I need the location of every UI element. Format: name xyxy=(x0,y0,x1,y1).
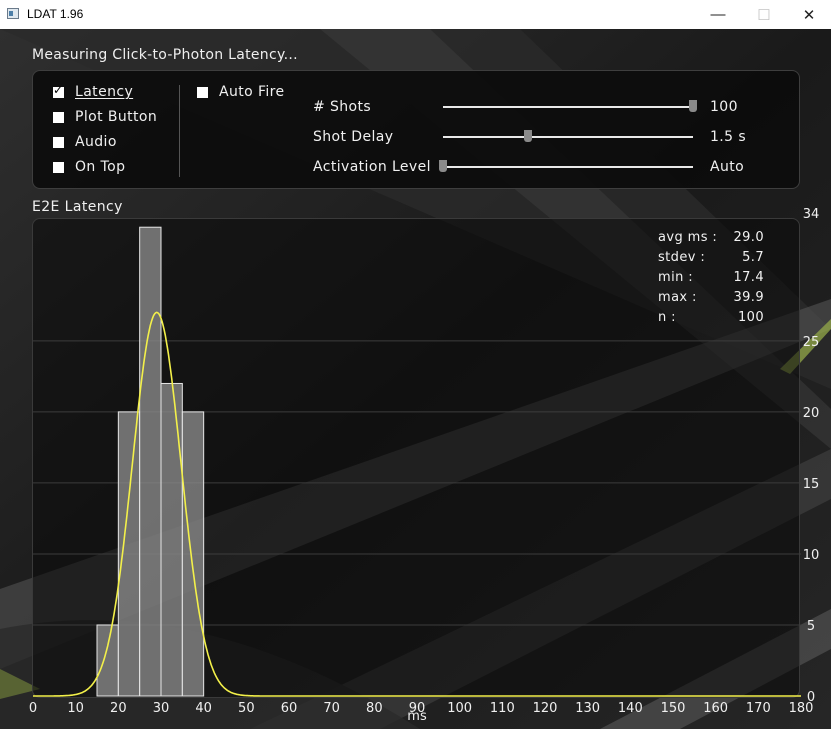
stat-stdev: stdev : 5.7 xyxy=(658,250,770,270)
y-tick-label: 25 xyxy=(803,335,820,350)
y-tick-label: 10 xyxy=(803,548,820,563)
x-tick-label: 40 xyxy=(195,701,212,716)
stat-label: avg ms : xyxy=(658,230,718,245)
stat-value: 39.9 xyxy=(733,290,764,305)
x-tick-label: 0 xyxy=(29,701,37,716)
x-axis-label: ms xyxy=(407,709,427,724)
x-tick-label: 110 xyxy=(490,701,515,716)
x-tick-label: 170 xyxy=(746,701,771,716)
x-tick-label: 100 xyxy=(447,701,472,716)
stat-value: 100 xyxy=(737,310,764,325)
y-tick-label: 5 xyxy=(807,619,815,634)
x-tick-label: 140 xyxy=(618,701,643,716)
x-tick-label: 120 xyxy=(533,701,558,716)
x-tick-label: 70 xyxy=(323,701,340,716)
y-tick-label: 20 xyxy=(803,406,820,421)
x-tick-label: 150 xyxy=(661,701,686,716)
stat-avg: avg ms : 29.0 xyxy=(658,230,770,250)
x-tick-label: 10 xyxy=(67,701,84,716)
stat-label: n : xyxy=(658,310,676,325)
histogram-bar xyxy=(181,411,205,697)
y-tick-label: 34 xyxy=(803,207,820,222)
histogram-bar xyxy=(96,624,119,697)
stat-n: n : 100 xyxy=(658,310,770,330)
x-tick-label: 160 xyxy=(703,701,728,716)
x-tick-label: 130 xyxy=(575,701,600,716)
x-tick-label: 30 xyxy=(153,701,170,716)
stat-label: min : xyxy=(658,270,694,285)
x-tick-label: 60 xyxy=(281,701,298,716)
stat-value: 5.7 xyxy=(742,250,764,265)
x-tick-label: 20 xyxy=(110,701,127,716)
stat-max: max : 39.9 xyxy=(658,290,770,310)
stat-min: min : 17.4 xyxy=(658,270,770,290)
stat-value: 17.4 xyxy=(733,270,764,285)
histogram-bar xyxy=(160,382,183,697)
histogram-bar xyxy=(139,226,162,697)
histogram-bar xyxy=(117,411,141,697)
x-tick-label: 80 xyxy=(366,701,383,716)
stat-label: stdev : xyxy=(658,250,706,265)
y-tick-label: 15 xyxy=(803,477,820,492)
stat-value: 29.0 xyxy=(733,230,764,245)
y-tick-label: 0 xyxy=(807,690,815,705)
stats-panel: avg ms : 29.0 stdev : 5.7 min : 17.4 max… xyxy=(658,230,770,330)
x-tick-label: 50 xyxy=(238,701,255,716)
stat-label: max : xyxy=(658,290,697,305)
latency-histogram: 0 10 20 30 40 50 60 70 80 90 100 110 120 130 140 150 160… xyxy=(29,207,820,724)
